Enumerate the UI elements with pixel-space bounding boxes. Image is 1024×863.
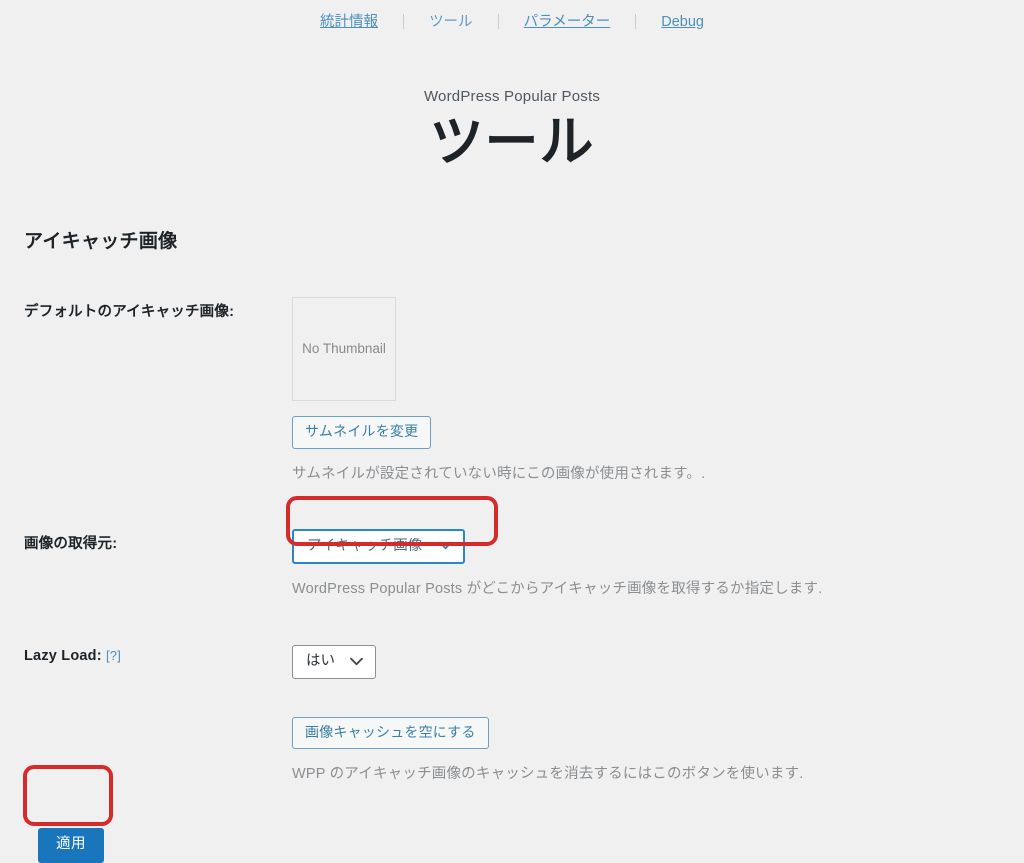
lazy-load-select-wrap: はい: [292, 645, 376, 679]
section-title-featured-image: アイキャッチ画像: [24, 231, 178, 253]
top-navigation: 統計情報 ツール パラメーター Debug: [0, 0, 1024, 30]
page-root: { "topnav": { "items": [ { "label": "統計情…: [0, 0, 1024, 863]
default-thumbnail-description: サムネイルが設定されていない時にこの画像が使用されます。.: [292, 465, 706, 482]
image-source-select-wrap: アイキャッチ画像: [292, 528, 465, 565]
image-cache-description: WPP のアイキャッチ画像のキャッシュを消去するにはこのボタンを使います.: [292, 766, 804, 783]
page-header: WordPress Popular Posts ツール: [0, 88, 1024, 171]
nav-separator: [403, 14, 405, 29]
label-lazy-load: Lazy Load: [?]: [24, 645, 292, 664]
label-default-thumbnail: デフォルトのアイキャッチ画像:: [24, 304, 235, 321]
change-thumbnail-button[interactable]: サムネイルを変更: [292, 416, 432, 449]
change-thumbnail-button-wrap: サムネイルを変更: [292, 416, 1000, 449]
nav-separator: [497, 14, 499, 29]
control-default-thumbnail: No Thumbnail サムネイルを変更 サムネイルが設定されていない時にこの…: [292, 297, 1000, 482]
image-source-select[interactable]: アイキャッチ画像: [292, 528, 465, 565]
nav-link-parameters[interactable]: パラメーター: [523, 14, 612, 30]
plugin-name: WordPress Popular Posts: [423, 87, 601, 105]
thumbnail-preview[interactable]: No Thumbnail: [292, 297, 396, 402]
control-image-source: アイキャッチ画像 WordPress Popular Posts がどこからアイ…: [292, 528, 1000, 599]
image-source-description: WordPress Popular Posts がどこからアイキャッチ画像を取得…: [292, 581, 823, 598]
thumbnail-placeholder-text: No Thumbnail: [302, 341, 386, 357]
lazy-load-select[interactable]: はい: [292, 645, 376, 679]
control-lazy-load: はい: [292, 645, 1000, 679]
field-row-lazy-load: Lazy Load: [?] はい: [24, 645, 1000, 679]
nav-link-tools[interactable]: ツール: [428, 14, 474, 30]
nav-separator: [635, 14, 637, 29]
settings-form: アイキャッチ画像 デフォルトのアイキャッチ画像: No Thumbnail サム…: [0, 226, 1024, 863]
label-image-cache: [24, 717, 292, 720]
control-image-cache: 画像キャッシュを空にする WPP のアイキャッチ画像のキャッシュを消去するにはこ…: [292, 716, 1000, 783]
field-row-image-cache: 画像キャッシュを空にする WPP のアイキャッチ画像のキャッシュを消去するにはこ…: [24, 716, 1000, 783]
label-image-source: 画像の取得元:: [24, 535, 118, 552]
form-actions: 適用: [24, 828, 1000, 863]
field-row-image-source: 画像の取得元: アイキャッチ画像 WordPress Popular Posts…: [24, 528, 1000, 599]
page-title: ツール: [429, 111, 595, 172]
lazy-load-label-text: Lazy Load:: [24, 648, 102, 665]
nav-link-debug[interactable]: Debug: [660, 14, 705, 30]
empty-image-cache-button[interactable]: 画像キャッシュを空にする: [292, 716, 489, 750]
apply-button[interactable]: 適用: [38, 828, 104, 863]
lazy-load-help-icon[interactable]: [?]: [106, 648, 121, 663]
field-row-default-thumbnail: デフォルトのアイキャッチ画像: No Thumbnail サムネイルを変更 サム…: [24, 297, 1000, 482]
nav-link-statistics[interactable]: 統計情報: [319, 14, 379, 30]
